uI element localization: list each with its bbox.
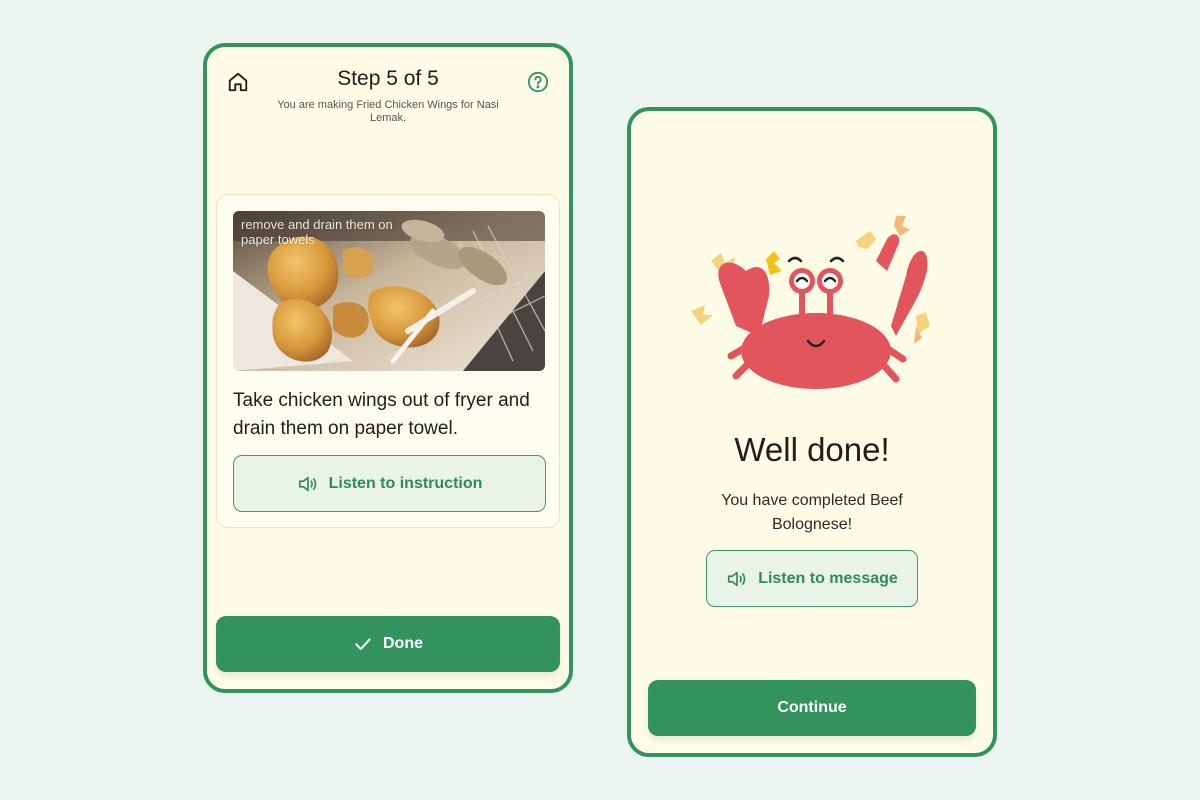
listen-instruction-button[interactable]: Listen to instruction (233, 455, 546, 512)
confetti-piece (766, 251, 782, 275)
completion-screen: Well done! You have completed Beef Bolog… (627, 107, 997, 757)
photo-caption: remove and drain them on paper towels (241, 217, 393, 247)
check-icon (355, 638, 371, 650)
done-button[interactable]: Done (216, 616, 560, 672)
done-label: Done (383, 635, 423, 652)
crab-illustration (681, 201, 951, 401)
listen-message-button[interactable]: Listen to message (706, 550, 918, 607)
completion-message: You have completed Beef Bolognese! (721, 492, 903, 533)
continue-label: Continue (777, 699, 847, 716)
confetti-piece (856, 231, 876, 249)
listen-message-label: Listen to message (758, 569, 898, 587)
speaker-icon (728, 571, 746, 586)
step-screen: Step 5 of 5 You are making Fried Chicken… (203, 43, 573, 693)
confetti-piece (894, 216, 910, 236)
completion-heading: Well done! (734, 431, 890, 468)
confetti-piece (691, 305, 713, 325)
instruction-text: Take chicken wings out of fryer and drai… (233, 390, 530, 439)
listen-instruction-label: Listen to instruction (328, 474, 483, 492)
recipe-subtitle: You are making Fried Chicken Wings for N… (277, 99, 499, 124)
continue-button[interactable]: Continue (648, 680, 976, 736)
step-title: Step 5 of 5 (337, 67, 439, 90)
speaker-icon (298, 476, 316, 491)
help-icon[interactable] (525, 69, 551, 95)
instruction-card: remove and drain them on paper towels Ta… (216, 194, 560, 528)
step-photo: remove and drain them on paper towels (233, 211, 545, 371)
